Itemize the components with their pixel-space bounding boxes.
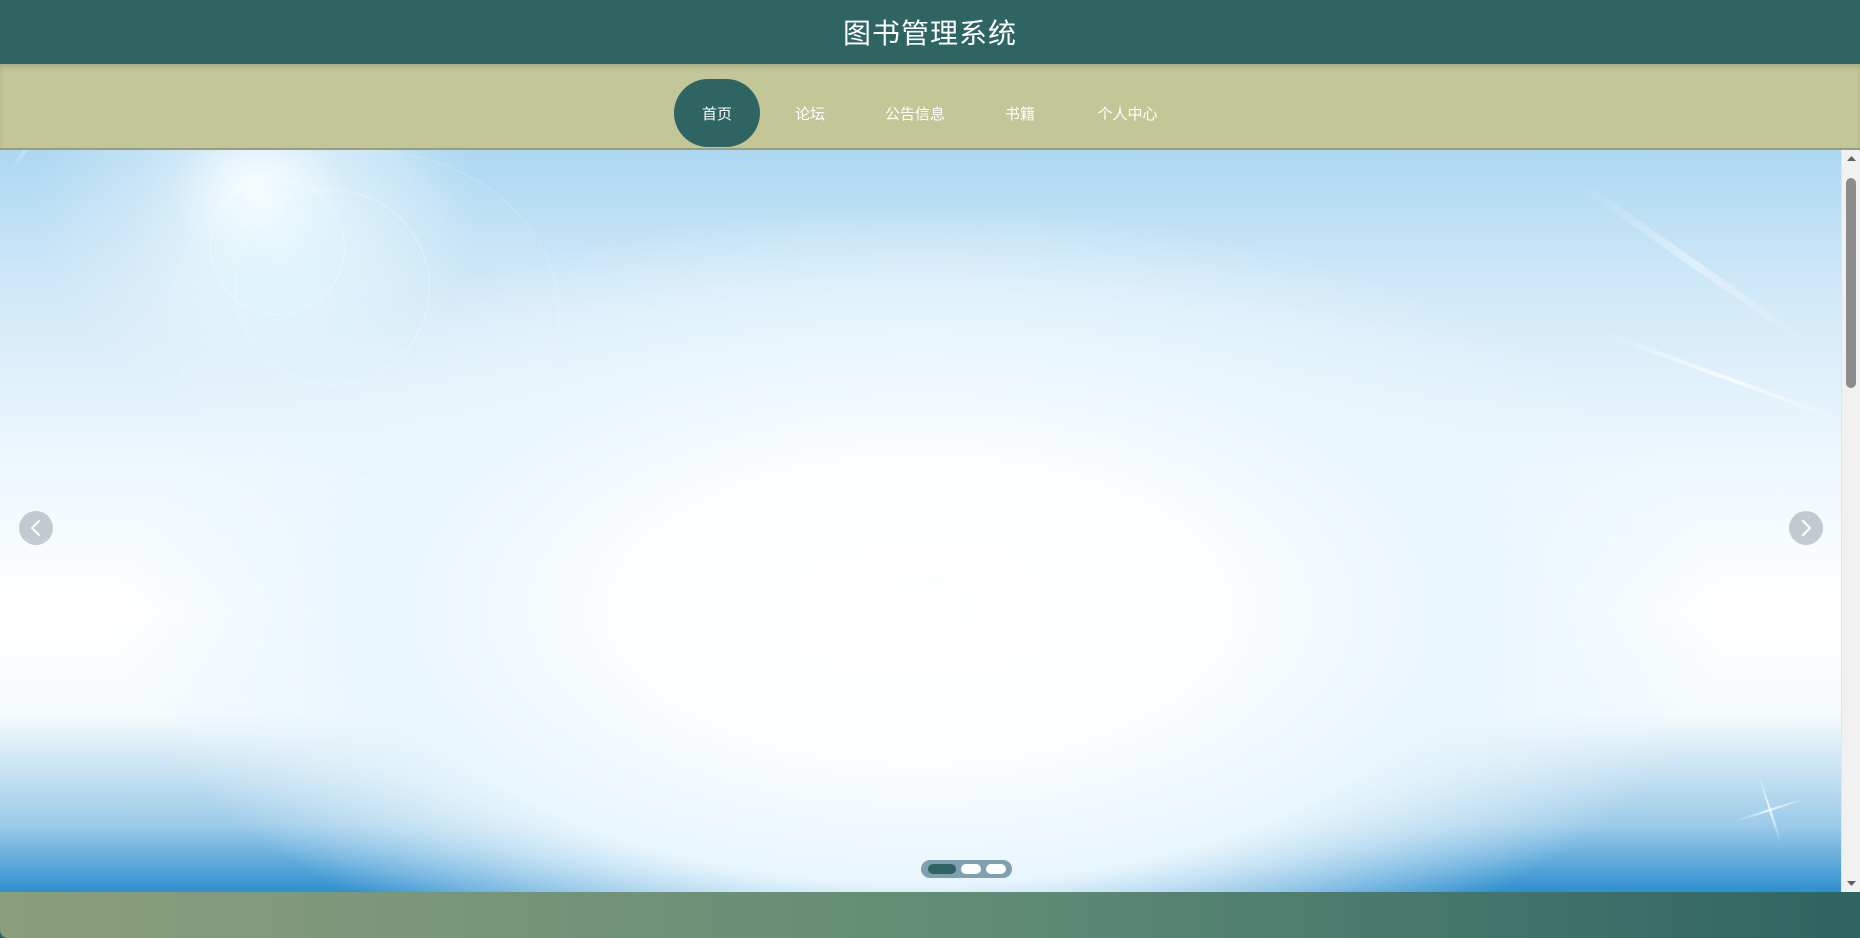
triangle-up-icon	[1847, 156, 1856, 161]
app-window: 图书管理系统 首页 论坛 公告信息 书籍 个人中心	[0, 0, 1860, 938]
carousel-indicator-1[interactable]	[928, 864, 956, 874]
carousel-indicator-2[interactable]	[961, 864, 981, 874]
nav-item-forum[interactable]: 论坛	[775, 79, 845, 147]
carousel-indicators	[921, 860, 1012, 878]
triangle-down-icon	[1847, 881, 1856, 886]
sparkle-decoration	[1725, 765, 1815, 855]
site-title: 图书管理系统	[842, 17, 1017, 50]
site-header: 图书管理系统	[0, 0, 1860, 64]
main-navigation: 首页 论坛 公告信息 书籍 个人中心	[0, 64, 1860, 150]
light-streak-decoration	[8, 150, 58, 174]
nav-item-home[interactable]: 首页	[674, 79, 760, 147]
scroll-up-button[interactable]	[1842, 150, 1860, 167]
nav-item-books[interactable]: 书籍	[985, 79, 1055, 147]
banner-carousel	[0, 150, 1841, 892]
light-streak-decoration	[1577, 180, 1812, 348]
carousel-indicator-3[interactable]	[986, 864, 1006, 874]
vertical-scrollbar[interactable]	[1841, 150, 1860, 892]
carousel-prev-button[interactable]	[19, 511, 53, 545]
nav-item-profile[interactable]: 个人中心	[1085, 79, 1170, 147]
page-footer	[0, 892, 1860, 938]
nav-item-announcements[interactable]: 公告信息	[870, 79, 960, 147]
carousel-next-button[interactable]	[1789, 511, 1823, 545]
scrollbar-thumb[interactable]	[1846, 178, 1856, 388]
chevron-right-icon	[1801, 519, 1812, 537]
chevron-left-icon	[30, 519, 41, 537]
scroll-down-button[interactable]	[1842, 875, 1860, 892]
lens-flare-decoration	[210, 180, 345, 315]
